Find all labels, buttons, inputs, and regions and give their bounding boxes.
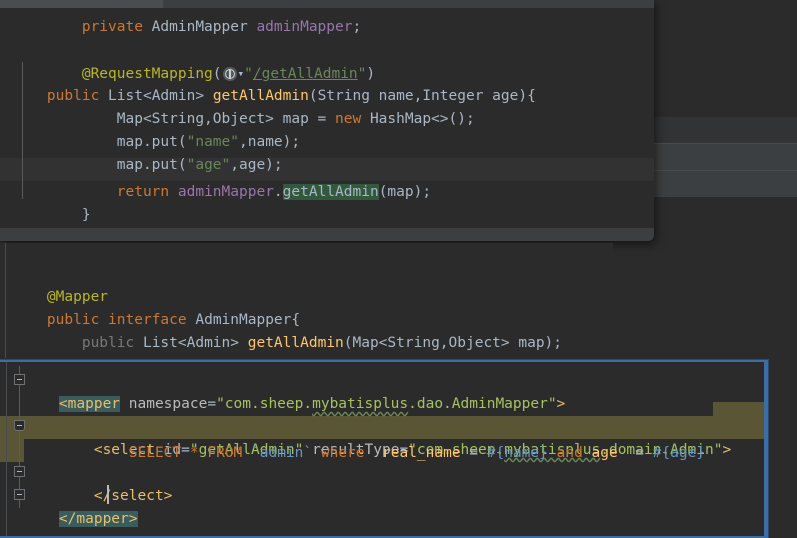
sql-keyword-and: and: [556, 445, 583, 461]
xml-tag-mapper-open: <mapper: [58, 396, 121, 412]
code-token: private: [81, 19, 143, 35]
xml-attr-value-typo: mybatisplus: [312, 396, 409, 412]
sql-column-age: age: [591, 445, 618, 461]
sql-star: *: [189, 445, 199, 461]
sql-param-age: #{age}: [652, 445, 706, 461]
admin-mapper-interface-editor[interactable]: @Mapper public interface AdminMapper{ pu…: [0, 243, 613, 358]
sql-param-name: #{name}: [486, 445, 548, 461]
xml-attr-value: "com.sheep.: [216, 396, 313, 412]
popup-bottom-bar: [0, 228, 654, 241]
code-token: (Map<String,Object> map);: [343, 335, 563, 351]
xml-olive-highlight-gutter: [0, 439, 24, 462]
code-token: public: [81, 335, 135, 351]
controller-preview-popup[interactable]: private AdminMapper adminMapper; @Reques…: [0, 0, 654, 241]
code-token: adminMapper: [256, 19, 353, 35]
code-token: List<Admin>: [134, 335, 248, 351]
code-token: (map);: [378, 184, 432, 200]
code-token-field: adminMapper: [177, 184, 274, 200]
code-line-interface-close-brace: }: [12, 332, 56, 358]
xml-tag-mapper-close: </mapper: [58, 511, 129, 527]
xml-panel-right-border: [764, 362, 766, 536]
xml-olive-highlight-select-tail: [713, 402, 764, 416]
code-token: new: [335, 111, 362, 127]
text-caret: [107, 485, 109, 504]
editor-left-border: [6, 362, 7, 536]
sql-column-real-name: real_name: [381, 445, 461, 461]
code-line-interface-method: public List<Admin> getAllAdmin(Map<Strin…: [12, 309, 562, 358]
code-token: }: [46, 207, 91, 223]
fold-guide-line: [19, 366, 20, 508]
sql-keyword-where: where: [320, 445, 365, 461]
code-token-search-match: getAllAdmin: [282, 184, 379, 200]
sql-table-name: `admin`: [251, 445, 313, 461]
code-token: ;: [352, 19, 362, 35]
xml-attr-value: .dao.AdminMapper": [408, 396, 557, 412]
code-token: return: [116, 184, 170, 200]
sql-keyword-select: SELECT: [128, 445, 182, 461]
code-token: AdminMapper: [142, 19, 257, 35]
code-token: HashMap<>();: [361, 111, 475, 127]
sql-keyword-from: FROM: [207, 445, 243, 461]
code-line-mapper-close-tag: </mapper>: [58, 511, 138, 527]
editor-left-border: [5, 243, 6, 358]
code-token-method: getAllAdmin: [247, 335, 344, 351]
xml-attr-namespace: namespace: [128, 396, 208, 412]
admin-mapper-xml-editor[interactable]: <mapper namespace="com.sheep.mybatisplus…: [0, 360, 768, 538]
